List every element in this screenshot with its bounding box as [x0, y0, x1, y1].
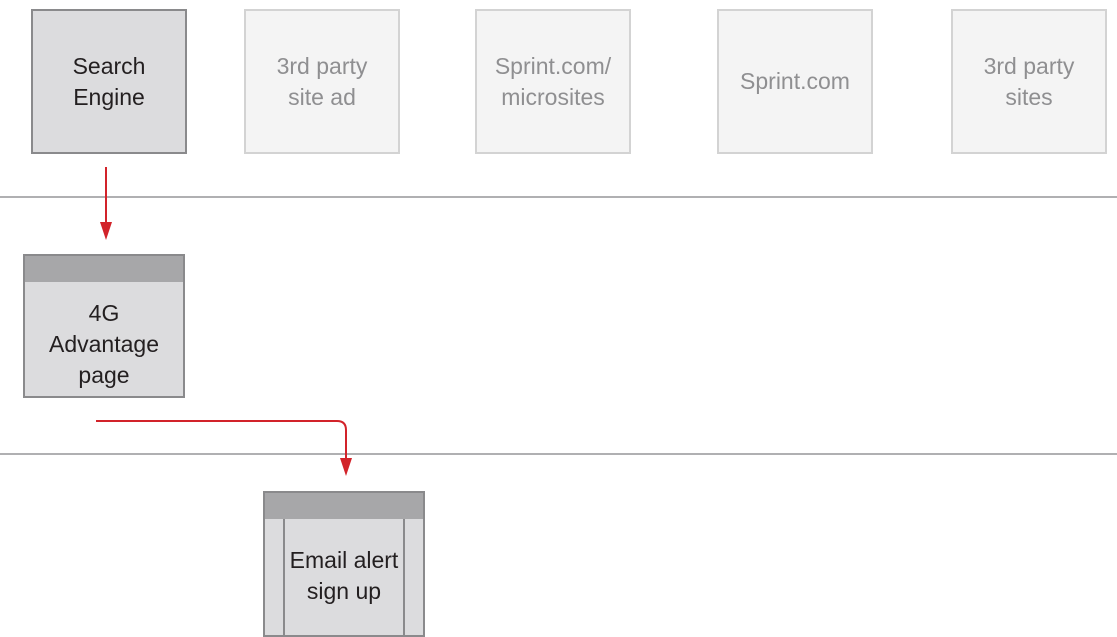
- arrow-advantage-to-email: [96, 420, 352, 476]
- source-label: Search Engine: [72, 52, 146, 110]
- source-3rd-party-sites[interactable]: 3rd party sites: [951, 9, 1107, 154]
- page-label: 4G Advantage page: [49, 300, 159, 388]
- source-sprint-microsites[interactable]: Sprint.com/ microsites: [475, 9, 631, 154]
- source-sprint-com[interactable]: Sprint.com: [717, 9, 873, 154]
- source-label: 3rd party sites: [983, 52, 1075, 110]
- source-label: 3rd party site ad: [276, 52, 368, 110]
- stage-divider: [0, 453, 1117, 455]
- page-4g-advantage[interactable]: 4G Advantage page: [23, 254, 185, 398]
- source-label: Sprint.com/ microsites: [494, 52, 612, 110]
- stage-divider: [0, 196, 1117, 198]
- source-search-engine[interactable]: Search Engine: [31, 9, 187, 154]
- page-email-alert-signup[interactable]: Email alert sign up: [263, 491, 425, 637]
- page-header-bar: [25, 256, 183, 282]
- arrow-search-to-advantage: [100, 167, 112, 240]
- page-header-bar: [265, 493, 423, 519]
- page-label: Email alert sign up: [289, 547, 399, 604]
- source-label: Sprint.com: [740, 68, 850, 94]
- source-3rd-party-site-ad[interactable]: 3rd party site ad: [244, 9, 400, 154]
